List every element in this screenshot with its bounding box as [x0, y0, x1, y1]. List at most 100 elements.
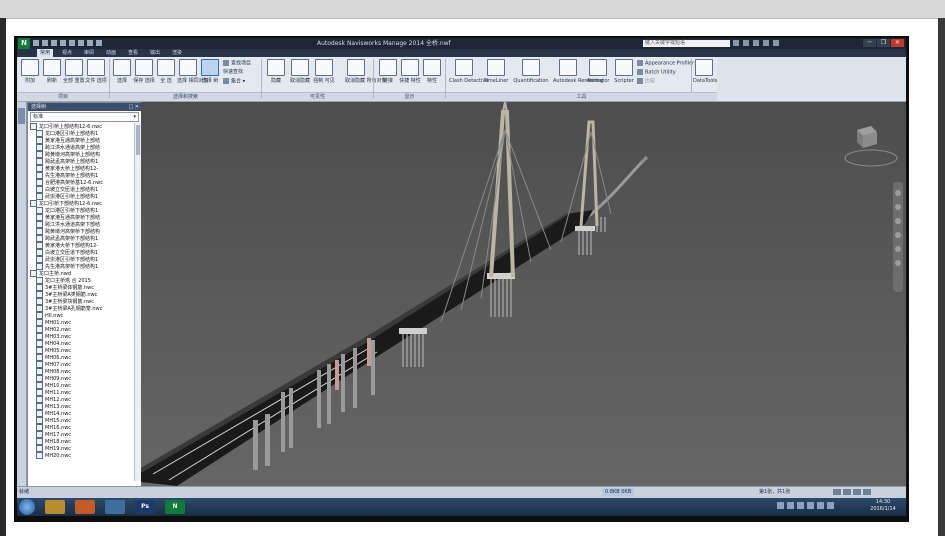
tree-item[interactable]: 跨武孟高架桥下部结构1: [30, 235, 132, 242]
select-all-button[interactable]: 全 选: [155, 59, 177, 91]
tree-item[interactable]: 3#主桥梁A孔钢筋笼.nwc: [30, 305, 132, 312]
tree-item[interactable]: MH19.nwc: [30, 445, 132, 452]
viewcube[interactable]: [851, 122, 881, 152]
quick-properties-button[interactable]: 快捷 特性: [399, 59, 421, 91]
tree-item[interactable]: 白坡立交匝道下部结构1: [30, 249, 132, 256]
steeringwheel-icon[interactable]: [895, 190, 901, 196]
appearance-profiler-button[interactable]: Appearance Profiler: [637, 60, 694, 68]
scripter-button[interactable]: Scripter: [613, 59, 635, 91]
tree-item[interactable]: MH15.nwc: [30, 417, 132, 424]
timeliner-button[interactable]: TimeLiner: [481, 59, 511, 91]
unhide-button[interactable]: 取消隐藏: [289, 59, 311, 91]
tree-item[interactable]: 跨江洪水通道高架下部结: [30, 221, 132, 228]
properties-button[interactable]: 特性: [421, 59, 443, 91]
tree-item[interactable]: MH09.nwc: [30, 375, 132, 382]
tree-item[interactable]: MH13.nwc: [30, 403, 132, 410]
datatools-button[interactable]: DataTools: [693, 59, 717, 91]
tree-item[interactable]: MH08.nwc: [30, 368, 132, 375]
print-icon[interactable]: [60, 40, 66, 46]
keyboard-icon[interactable]: [777, 502, 784, 509]
tree-item[interactable]: MH02.nwc: [30, 326, 132, 333]
tab-review[interactable]: 审阅: [81, 49, 97, 57]
tree-item[interactable]: MH11.nwc: [30, 389, 132, 396]
tree-item[interactable]: 龙口港区引桥下部结构1: [30, 207, 132, 214]
save-icon[interactable]: [51, 40, 57, 46]
scroll-thumb[interactable]: [136, 125, 140, 155]
zoom-icon[interactable]: [895, 218, 901, 224]
select-icon[interactable]: [96, 40, 102, 46]
app-menu-button[interactable]: N: [18, 38, 30, 49]
star-icon[interactable]: [763, 40, 769, 46]
tree-item[interactable]: 合肥港高架桥基12-6.nwc: [30, 179, 132, 186]
tree-item[interactable]: MH16.nwc: [30, 424, 132, 431]
navisworks-taskbar-button[interactable]: N: [165, 500, 185, 514]
batch-utility-button[interactable]: Batch Utility: [637, 69, 676, 77]
file-options-button[interactable]: 文件 选项: [85, 59, 107, 91]
tree-item[interactable]: 黄家港互通高架桥下部结: [30, 214, 132, 221]
new-icon[interactable]: [33, 40, 39, 46]
sets-dropdown[interactable]: 集合 ▾: [223, 78, 245, 86]
tree-item[interactable]: 龙口引桥下部结构12-6.nwc: [30, 200, 132, 207]
tree-item[interactable]: 跨黄墩河高架桥上部结构: [30, 151, 132, 158]
redo-icon[interactable]: [78, 40, 84, 46]
antivirus-icon[interactable]: [807, 502, 814, 509]
save-selection-button[interactable]: 保存 选择: [133, 59, 155, 91]
orbit-icon[interactable]: [895, 232, 901, 238]
tree-item[interactable]: 武崇港区引桥上部结构1: [30, 193, 132, 200]
restore-button[interactable]: ❐: [877, 39, 890, 47]
refresh-icon[interactable]: [87, 40, 93, 46]
walk-icon[interactable]: [895, 260, 901, 266]
tree-item[interactable]: 龙口主桥.nwd: [30, 270, 132, 277]
tree-item[interactable]: MH07.nwc: [30, 361, 132, 368]
tree-item[interactable]: 武崇港区引桥下部结构1: [30, 256, 132, 263]
tree-item[interactable]: 黄家港互通高架桥上部结: [30, 137, 132, 144]
compare-button[interactable]: 比较: [637, 78, 655, 86]
photoshop-taskbar-button[interactable]: Ps: [135, 500, 155, 514]
explorer-taskbar-button[interactable]: [45, 500, 65, 514]
binoculars-icon[interactable]: [733, 40, 739, 46]
tree-item[interactable]: MH01.nwc: [30, 319, 132, 326]
reset-all-button[interactable]: 全部 重置...: [63, 59, 89, 91]
tree-item[interactable]: 3#主桥梁A类钢筋.nwc: [30, 291, 132, 298]
tab-render[interactable]: 渲染: [169, 49, 185, 57]
panel-tab-icon[interactable]: [18, 108, 25, 124]
layout-icon[interactable]: [843, 489, 851, 495]
select-button[interactable]: 选择: [111, 59, 133, 91]
group-select-search-label[interactable]: 选择和搜索: [110, 92, 261, 101]
tree-item[interactable]: 黄家港大桥下部结构12-: [30, 242, 132, 249]
app-taskbar-button[interactable]: [75, 500, 95, 514]
hide-button[interactable]: 隐藏: [265, 59, 287, 91]
select-same-button[interactable]: 选择 相同对象: [177, 59, 209, 91]
tab-output[interactable]: 输出: [147, 49, 163, 57]
tree-item[interactable]: MH12.nwc: [30, 396, 132, 403]
tree-item[interactable]: 跨武孟高架桥上部结构1: [30, 158, 132, 165]
tree-item[interactable]: MH20.nwc: [30, 452, 132, 459]
tree-item[interactable]: MH18.nwc: [30, 438, 132, 445]
network-icon[interactable]: [797, 502, 804, 509]
memory-icon[interactable]: [863, 489, 871, 495]
clash-detective-button[interactable]: Clash Detective: [449, 59, 488, 91]
refresh-button[interactable]: 刷新: [41, 59, 63, 91]
open-icon[interactable]: [42, 40, 48, 46]
start-button[interactable]: [19, 499, 35, 515]
tab-animation[interactable]: 动画: [103, 49, 119, 57]
tree-item[interactable]: 先生港高架桥上部结构1: [30, 172, 132, 179]
app2-taskbar-button[interactable]: [105, 500, 125, 514]
tab-viewpoint[interactable]: 视点: [59, 49, 75, 57]
tab-view[interactable]: 查看: [125, 49, 141, 57]
undo-icon[interactable]: [69, 40, 75, 46]
unhide-all-button[interactable]: 取消隐藏 所有对象: [345, 59, 387, 91]
tree-item[interactable]: MH10.nwc: [30, 382, 132, 389]
tree-item[interactable]: HII.nwc: [30, 312, 132, 319]
panel-controls[interactable]: □ ✕: [128, 103, 139, 111]
tree-item[interactable]: MH05.nwc: [30, 347, 132, 354]
help-search-input[interactable]: 键入关键字或短语: [643, 40, 730, 47]
tree-item[interactable]: 白坡立交匝道上部结构1: [30, 186, 132, 193]
tree-item[interactable]: MH14.nwc: [30, 410, 132, 417]
help-icon[interactable]: [773, 40, 779, 46]
tree-scrollbar[interactable]: [134, 123, 141, 481]
tree-item[interactable]: 跨黄墩河高架桥下部结构: [30, 228, 132, 235]
tree-item[interactable]: 龙口港区引桥上部结构1: [30, 130, 132, 137]
quantification-button[interactable]: Quantification: [513, 59, 549, 91]
tree-item[interactable]: MH03.nwc: [30, 333, 132, 340]
